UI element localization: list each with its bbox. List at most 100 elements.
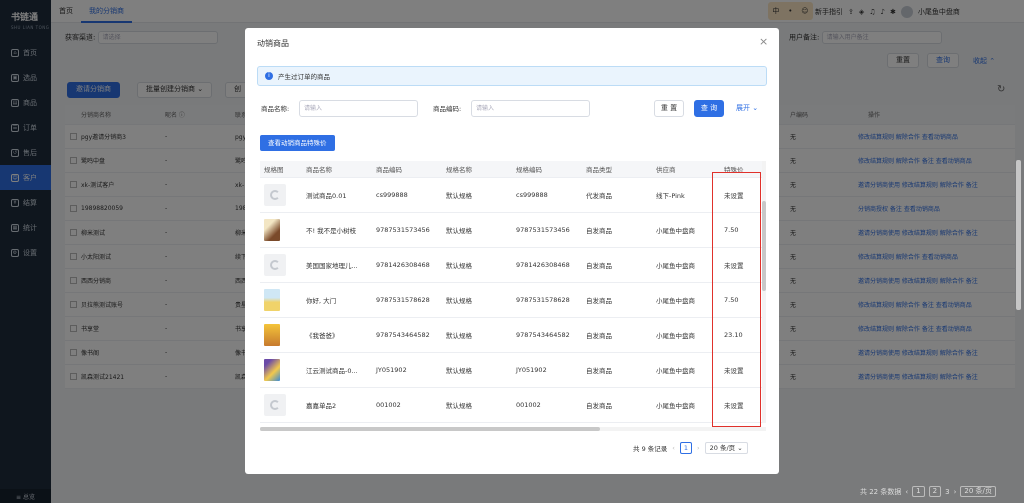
- table-row[interactable]: 你好, 大门 9787531578628 默认规格 9787531578628 自发商品…: [260, 283, 762, 318]
- cell-code: 9781426308468: [376, 261, 430, 269]
- cell-spec: 默认规格: [446, 402, 472, 410]
- product-image: [260, 283, 302, 317]
- cell-type: 自发商品: [586, 402, 612, 410]
- product-image: [260, 248, 302, 282]
- modal-page-size[interactable]: 20 条/页 ⌄: [704, 442, 748, 454]
- cell-code: 001002: [376, 401, 401, 409]
- product-code-input[interactable]: 请输入: [471, 100, 590, 117]
- table-vertical-scrollbar[interactable]: [762, 161, 766, 423]
- bg-page-2[interactable]: 2: [928, 486, 942, 497]
- cell-price: 7.50: [724, 296, 739, 304]
- modal-title: 动销商品: [257, 39, 289, 48]
- active-products-modal: 动销商品 × i 产生过订单的商品 商品名称: 请输入 商品编码: 请输入 重 …: [245, 28, 779, 474]
- product-image: [260, 353, 302, 387]
- cell-spec-code: 9781426308468: [516, 261, 570, 269]
- cell-supplier: 小尾鱼中盘商: [656, 227, 695, 235]
- modal-page-1[interactable]: 1: [679, 442, 693, 454]
- cell-spec-code: cs999888: [516, 191, 548, 199]
- modal-search-button[interactable]: 查 询: [694, 100, 724, 117]
- book-cover-image: [264, 289, 280, 311]
- table-row[interactable]: 美国国家地理儿... 9781426308468 默认规格 9781426308468…: [260, 248, 762, 283]
- image-placeholder-icon: [264, 184, 286, 206]
- products-table: 规格图 商品名称 商品编码 规格名称 规格编码 商品类型 供应商 特殊价 测试商品0.01 cs9…: [260, 161, 762, 423]
- bg-pagination: 共 22 条数据 ‹ 1 2 3 › 20 条/页: [860, 486, 996, 497]
- cell-supplier: 小尾鱼中盘商: [656, 262, 695, 270]
- cell-name: 《我爸爸》: [306, 332, 339, 340]
- table-row[interactable]: 《我爸爸》 9787543464582 默认规格 9787543464582 自发商品 小…: [260, 318, 762, 353]
- cell-name: 江云测试商品-0...: [306, 367, 358, 375]
- cell-type: 自发商品: [586, 227, 612, 235]
- cell-name: 测试商品0.01: [306, 192, 347, 200]
- book-cover-image: [264, 359, 280, 381]
- table-row[interactable]: 江云测试商品-0... JY051902 默认规格 JY051902 自发商品 小尾鱼中盘…: [260, 353, 762, 388]
- cell-code: cs999888: [376, 191, 408, 199]
- bg-prev-button[interactable]: ‹: [905, 488, 908, 496]
- cell-price: 23.10: [724, 331, 743, 339]
- column-header: 规格编码: [516, 166, 542, 174]
- book-cover-image: [264, 324, 280, 346]
- cell-spec: 默认规格: [446, 227, 472, 235]
- products-table-header: 规格图 商品名称 商品编码 规格名称 规格编码 商品类型 供应商 特殊价: [260, 161, 762, 178]
- column-header: 商品类型: [586, 166, 612, 174]
- cell-type: 自发商品: [586, 367, 612, 375]
- bg-page-size[interactable]: 20 条/页: [960, 486, 996, 497]
- cell-name: 美国国家地理儿...: [306, 262, 358, 270]
- column-header: 特殊价: [724, 166, 744, 174]
- cell-code: JY051902: [376, 366, 407, 374]
- modal-next-button[interactable]: ›: [697, 444, 700, 452]
- cell-code: 9787543464582: [376, 331, 430, 339]
- bg-next-button[interactable]: ›: [954, 488, 957, 496]
- info-alert: i 产生过订单的商品: [257, 66, 767, 86]
- cell-price: 7.50: [724, 226, 739, 234]
- cell-price: 未设置: [724, 262, 744, 270]
- cell-spec: 默认规格: [446, 297, 472, 305]
- cell-name: 嘉嘉单品2: [306, 402, 337, 410]
- modal-reset-button[interactable]: 重 置: [654, 100, 684, 117]
- cell-price: 未设置: [724, 192, 744, 200]
- table-row[interactable]: 不! 我不是小树枝 9787531573456 默认规格 9787531573456 自…: [260, 213, 762, 248]
- cell-supplier: 小尾鱼中盘商: [656, 402, 695, 410]
- cell-price: 未设置: [724, 367, 744, 375]
- book-cover-image: [264, 219, 280, 241]
- cell-type: 代发商品: [586, 192, 612, 200]
- cell-name: 不! 我不是小树枝: [306, 227, 357, 235]
- cell-supplier: 小尾鱼中盘商: [656, 332, 695, 340]
- cell-type: 自发商品: [586, 297, 612, 305]
- column-header: 规格名称: [446, 166, 472, 174]
- info-icon: i: [265, 72, 273, 80]
- bg-total: 共 22 条数据: [860, 487, 902, 496]
- page-scrollbar[interactable]: [1016, 160, 1021, 310]
- close-icon[interactable]: ×: [759, 35, 768, 48]
- image-placeholder-icon: [264, 254, 286, 276]
- bg-page-3[interactable]: 3: [945, 488, 949, 496]
- cell-price: 未设置: [724, 402, 744, 410]
- cell-type: 自发商品: [586, 332, 612, 340]
- view-special-price-button[interactable]: 查看动销商品特殊价: [260, 135, 335, 151]
- column-header: 规格图: [264, 166, 284, 174]
- info-text: 产生过订单的商品: [278, 73, 330, 81]
- modal-pagination: 共 9 条记录 ‹ 1 › 20 条/页 ⌄: [633, 442, 748, 454]
- cell-spec-code: 9787543464582: [516, 331, 570, 339]
- modal-total: 共 9 条记录: [633, 445, 668, 453]
- product-name-label: 商品名称:: [261, 105, 290, 113]
- product-name-input[interactable]: 请输入: [299, 100, 418, 117]
- product-image: [260, 388, 302, 422]
- table-row[interactable]: 嘉嘉单品2 001002 默认规格 001002 自发商品 小尾鱼中盘商 未设置: [260, 388, 762, 423]
- cell-spec-code: JY051902: [516, 366, 547, 374]
- cell-spec: 默认规格: [446, 367, 472, 375]
- table-horizontal-scrollbar[interactable]: [260, 427, 766, 431]
- expand-link[interactable]: 展开 ⌄: [736, 103, 758, 113]
- cell-code: 9787531573456: [376, 226, 430, 234]
- modal-prev-button[interactable]: ‹: [672, 444, 675, 452]
- cell-spec-code: 9787531573456: [516, 226, 570, 234]
- cell-supplier: 小尾鱼中盘商: [656, 367, 695, 375]
- cell-supplier: 小尾鱼中盘商: [656, 297, 695, 305]
- cell-spec: 默认规格: [446, 332, 472, 340]
- cell-spec: 默认规格: [446, 192, 472, 200]
- table-row[interactable]: 测试商品0.01 cs999888 默认规格 cs999888 代发商品 线下-Pink 未…: [260, 178, 762, 213]
- product-image: [260, 318, 302, 352]
- cell-type: 自发商品: [586, 262, 612, 270]
- column-header: 商品名称: [306, 166, 332, 174]
- bg-page-1[interactable]: 1: [912, 486, 925, 497]
- cell-spec: 默认规格: [446, 262, 472, 270]
